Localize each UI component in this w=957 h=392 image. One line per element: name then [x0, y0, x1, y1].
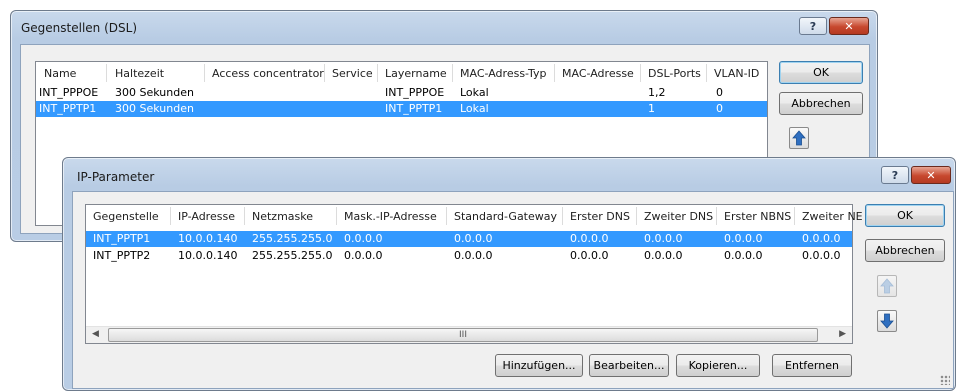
dialog-client-area: Gegenstelle IP-Adresse Netzmaske Mask.-I…	[72, 191, 954, 389]
scroll-left-icon[interactable]: ◀	[92, 329, 99, 339]
cell-ip-adresse: 10.0.0.140	[178, 232, 238, 245]
column-header[interactable]: Erster NBNS	[724, 210, 791, 223]
list-item[interactable]: INT_PPTP2 10.0.0.140 255.255.255.0 0.0.0…	[86, 248, 852, 264]
cell-vlan-id: 0	[716, 86, 723, 99]
ok-button[interactable]: OK	[865, 204, 945, 227]
column-header[interactable]: Standard-Gateway	[454, 210, 557, 223]
cell-name: INT_PPTP1	[39, 102, 97, 115]
cell-erster-nbns: 0.0.0.0	[724, 232, 763, 245]
cell-gateway: 0.0.0.0	[454, 249, 493, 262]
column-header[interactable]: Service	[332, 67, 373, 80]
cancel-button[interactable]: Abbrechen	[865, 239, 945, 262]
column-header[interactable]: MAC-Adresse	[562, 67, 634, 80]
cell-gateway: 0.0.0.0	[454, 232, 493, 245]
arrow-up-icon	[792, 130, 806, 146]
cell-dsl-ports: 1	[648, 102, 655, 115]
cell-netzmaske: 255.255.255.0	[252, 232, 333, 245]
close-button[interactable]: ✕	[829, 17, 869, 35]
list-item-selected[interactable]: INT_PPTP1 300 Sekunden INT_PPTP1 Lokal 1…	[36, 101, 767, 117]
caption-buttons: ? ✕	[799, 17, 869, 35]
column-header[interactable]: Haltezeit	[115, 67, 164, 80]
cell-mac-typ: Lokal	[460, 102, 489, 115]
list-item-selected[interactable]: INT_PPTP1 10.0.0.140 255.255.255.0 0.0.0…	[86, 231, 852, 247]
cell-mask-ip: 0.0.0.0	[344, 232, 383, 245]
cell-erster-dns: 0.0.0.0	[570, 232, 609, 245]
cell-erster-nbns: 0.0.0.0	[724, 249, 763, 262]
arrow-down-icon	[880, 313, 894, 329]
cell-layername: INT_PPTP1	[385, 102, 443, 115]
cancel-button[interactable]: Abbrechen	[779, 92, 863, 115]
list-header: Gegenstelle IP-Adresse Netzmaske Mask.-I…	[86, 205, 863, 227]
move-up-button[interactable]	[789, 127, 809, 149]
remove-button[interactable]: Entfernen	[772, 354, 852, 377]
column-header[interactable]: MAC-Adress-Typ	[460, 67, 547, 80]
list-header: Name Haltezeit Access concentrator Servi…	[36, 62, 767, 84]
column-header[interactable]: Layername	[385, 67, 447, 80]
resize-grip[interactable]	[940, 375, 950, 385]
cell-gegenstelle: INT_PPTP1	[93, 232, 151, 245]
cell-mac-typ: Lokal	[460, 86, 489, 99]
horizontal-scrollbar[interactable]: ◀ III ▶	[86, 326, 852, 343]
cell-zweiter-nbns: 0.0.0.0	[802, 249, 841, 262]
cell-haltezeit: 300 Sekunden	[115, 102, 194, 115]
cell-zweiter-dns: 0.0.0.0	[644, 232, 683, 245]
move-up-button[interactable]	[877, 275, 897, 297]
list-item[interactable]: INT_PPPOE 300 Sekunden INT_PPPOE Lokal 1…	[36, 85, 767, 101]
column-header[interactable]: IP-Adresse	[178, 210, 235, 223]
cell-dsl-ports: 1,2	[648, 86, 666, 99]
cell-zweiter-nbns: 0.0.0.0	[802, 232, 841, 245]
cell-ip-adresse: 10.0.0.140	[178, 249, 238, 262]
window-title: Gegenstellen (DSL)	[21, 21, 138, 35]
cell-haltezeit: 300 Sekunden	[115, 86, 194, 99]
edit-button[interactable]: Bearbeiten...	[589, 354, 669, 377]
ip-parameter-window: IP-Parameter ? ✕ Gegenstelle IP-Adresse …	[62, 157, 956, 391]
column-header[interactable]: VLAN-ID	[714, 67, 759, 80]
column-header[interactable]: Access concentrator	[212, 67, 324, 80]
column-header[interactable]: DSL-Ports	[648, 67, 701, 80]
help-button[interactable]: ?	[799, 17, 827, 35]
column-header[interactable]: Zweiter NE	[802, 210, 863, 223]
cell-erster-dns: 0.0.0.0	[570, 249, 609, 262]
cell-zweiter-dns: 0.0.0.0	[644, 249, 683, 262]
cell-layername: INT_PPPOE	[385, 86, 445, 99]
column-header[interactable]: Gegenstelle	[93, 210, 159, 223]
column-header[interactable]: Zweiter DNS	[644, 210, 713, 223]
column-header[interactable]: Erster DNS	[570, 210, 630, 223]
column-header[interactable]: Name	[44, 67, 76, 80]
column-header[interactable]: Mask.-IP-Adresse	[344, 210, 437, 223]
help-button[interactable]: ?	[881, 166, 909, 184]
cell-name: INT_PPPOE	[39, 86, 99, 99]
add-button[interactable]: Hinzufügen...	[495, 354, 583, 377]
scroll-thumb-grip: III	[459, 330, 467, 340]
copy-button[interactable]: Kopieren...	[676, 354, 760, 377]
cell-vlan-id: 0	[716, 102, 723, 115]
arrow-up-icon	[880, 278, 894, 294]
cell-mask-ip: 0.0.0.0	[344, 249, 383, 262]
caption-buttons: ? ✕	[881, 166, 951, 184]
scroll-right-icon[interactable]: ▶	[839, 329, 846, 339]
scroll-thumb[interactable]: III	[108, 328, 818, 342]
ip-parameters-list[interactable]: Gegenstelle IP-Adresse Netzmaske Mask.-I…	[85, 204, 863, 344]
ok-button[interactable]: OK	[779, 61, 863, 84]
cell-netzmaske: 255.255.255.0	[252, 249, 333, 262]
move-down-button[interactable]	[877, 310, 897, 332]
cell-gegenstelle: INT_PPTP2	[93, 249, 151, 262]
close-button[interactable]: ✕	[911, 166, 951, 184]
window-title: IP-Parameter	[77, 170, 155, 184]
column-header[interactable]: Netzmaske	[252, 210, 313, 223]
